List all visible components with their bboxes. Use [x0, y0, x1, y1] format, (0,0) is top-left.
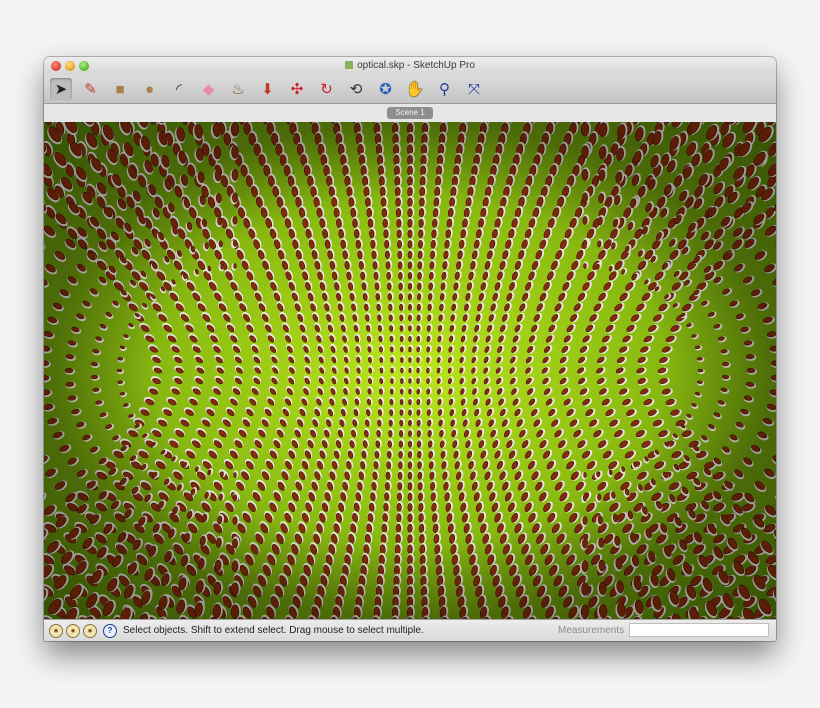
measurements-label: Measurements	[558, 625, 625, 636]
zoom-tool[interactable]: ⚲	[434, 78, 456, 100]
push-pull-tool[interactable]: ⬇	[257, 78, 279, 100]
move-icon: ✣	[290, 80, 304, 98]
scene-tabs-bar: Scene 1	[44, 104, 776, 123]
orbit-tool[interactable]: ✪	[375, 78, 397, 100]
measurements-field[interactable]	[629, 623, 769, 637]
scene-tab[interactable]: Scene 1	[387, 107, 433, 119]
select-tool[interactable]: ➤	[50, 78, 72, 100]
rectangle-tool[interactable]: ■	[109, 78, 131, 100]
push-pull-icon: ⬇	[261, 80, 274, 98]
paint-bucket-icon: ♨	[231, 80, 245, 98]
zoom-extents-icon: ⤧	[467, 80, 480, 98]
zoom-extents-tool[interactable]: ⤧	[463, 78, 485, 100]
window-title-container: optical.skp - SketchUp Pro	[44, 60, 776, 71]
orbit-icon: ✪	[379, 80, 392, 98]
arrow-cursor-icon: ➤	[54, 80, 68, 98]
status-message: Select objects. Shift to extend select. …	[123, 625, 424, 636]
pan-tool[interactable]: ✋	[404, 78, 426, 100]
circle-icon: ●	[144, 80, 155, 98]
magnifier-icon: ⚲	[439, 80, 450, 98]
pencil-icon: ✎	[84, 80, 97, 98]
geolocation-icon[interactable]: ●	[49, 624, 63, 638]
optical-illusion-model	[44, 122, 776, 619]
document-icon	[345, 61, 354, 69]
hand-icon: ✋	[405, 80, 425, 98]
sketchup-window: optical.skp - SketchUp Pro ➤ ✎ ■ ● ◜ ◆ ♨ ⬇ ✣ ↻ ⟲ ✪ ✋…	[44, 57, 776, 641]
eraser-icon: ◆	[202, 80, 215, 98]
line-tool[interactable]: ✎	[80, 78, 102, 100]
title-bar[interactable]: optical.skp - SketchUp Pro	[44, 57, 776, 75]
eraser-tool[interactable]: ◆	[198, 78, 220, 100]
circle-tool[interactable]: ●	[139, 78, 161, 100]
credits-icon[interactable]: ●	[66, 624, 80, 638]
arc-tool[interactable]: ◜	[168, 78, 190, 100]
arc-icon: ◜	[176, 80, 182, 98]
rotate-tool[interactable]: ↻	[316, 78, 338, 100]
main-toolbar: ➤ ✎ ■ ● ◜ ◆ ♨ ⬇ ✣ ↻ ⟲ ✪ ✋ ⚲ ⤧	[44, 75, 776, 104]
status-bar: ● ● ● ? Select objects. Shift to extend …	[44, 619, 776, 641]
window-title: optical.skp - SketchUp Pro	[357, 60, 475, 71]
drawing-viewport[interactable]	[44, 122, 776, 619]
move-tool[interactable]: ✣	[286, 78, 308, 100]
paint-bucket-tool[interactable]: ♨	[227, 78, 249, 100]
offset-tool[interactable]: ⟲	[345, 78, 367, 100]
help-icon[interactable]: ?	[103, 624, 117, 638]
rotate-icon: ↻	[320, 80, 333, 98]
rectangle-icon: ■	[115, 80, 125, 98]
user-icon[interactable]: ●	[83, 624, 97, 638]
offset-icon: ⟲	[349, 80, 363, 98]
